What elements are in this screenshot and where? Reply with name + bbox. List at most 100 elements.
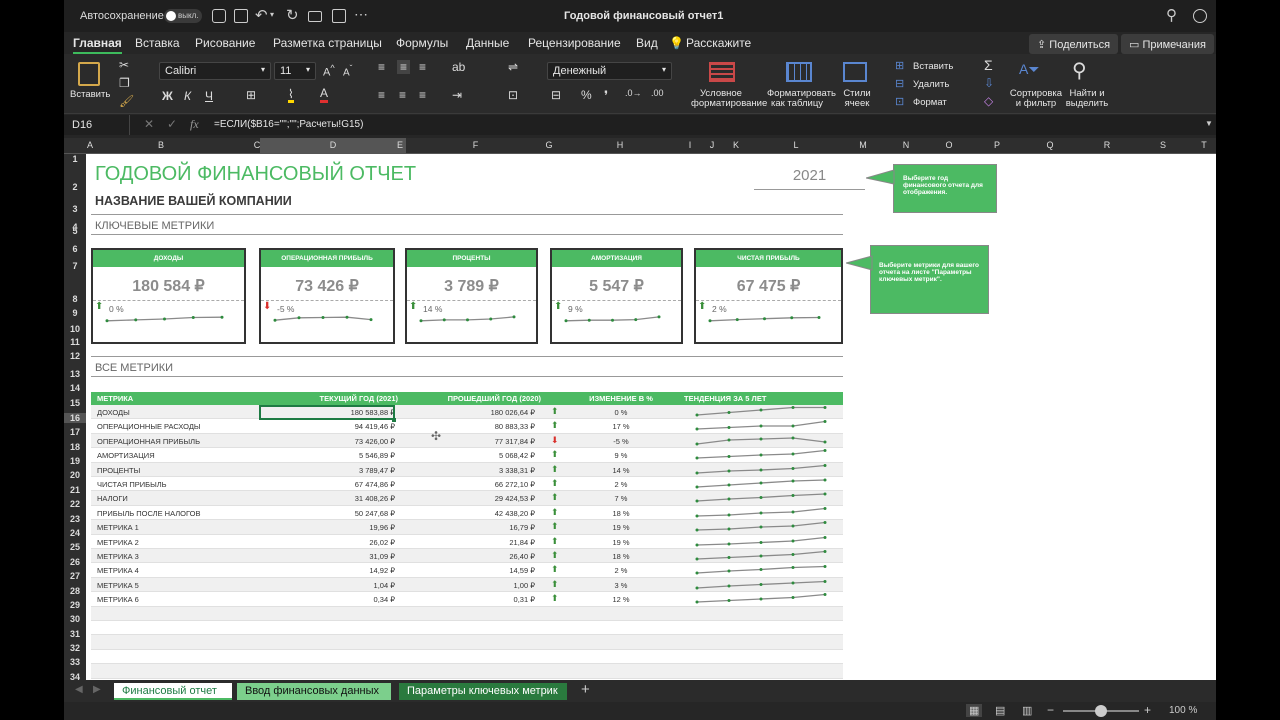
column-header[interactable]: K [732,140,740,150]
print-icon[interactable] [308,11,322,22]
find-icon[interactable]: ⚲ [1072,58,1087,83]
column-header[interactable]: L [740,140,852,150]
row-header[interactable]: 21 [64,485,86,495]
table-row[interactable]: ОПЕРАЦИОННАЯ ПРИБЫЛЬ 73 426,00 ₽ 77 317,84… [91,433,843,449]
row-header[interactable]: 32 [64,643,86,653]
table-row[interactable]: ДОХОДЫ 180 583,88 ₽180 026,64 ₽0 % ⬆ [91,405,843,420]
row-header[interactable]: 2 [64,182,86,192]
metric-card[interactable]: ЧИСТАЯ ПРИБЫЛЬ 67 475 ₽ ⬆ 2 % [694,248,843,344]
row-header[interactable]: 8 [64,294,86,304]
font-color-icon[interactable]: A [320,87,329,103]
align-left-icon[interactable]: ≡ [378,88,385,102]
zoom-slider[interactable] [1063,705,1139,717]
row-header[interactable]: 7 [64,261,86,271]
metric-card[interactable]: АМОРТИЗАЦИЯ 5 547 ₽ ⬆ 9 % [550,248,683,344]
autosave-toggle[interactable]: выкл. [164,9,202,23]
redo-icon[interactable]: ↻ [286,6,299,24]
row-header[interactable]: 24 [64,528,86,538]
delete-cells-button[interactable]: Удалить [913,80,949,90]
enter-icon[interactable]: ✓ [167,117,177,131]
row-header[interactable]: 25 [64,542,86,552]
table-row[interactable]: МЕТРИКА 3 31,09 ₽ 26,40 ₽ 18 % ⬆ [91,549,843,564]
table-row[interactable]: МЕТРИКА 6 0,34 ₽ 0,31 ₽ 12 % ⬆ [91,592,843,607]
table-row[interactable]: МЕТРИКА 4 14,92 ₽ 14,59 ₽ 2 % ⬆ [91,563,843,578]
row-header[interactable]: 30 [64,614,86,624]
italic-button[interactable]: К [184,89,191,103]
percent-button[interactable]: % [581,88,592,102]
row-header[interactable]: 15 [64,398,86,408]
sheet-tab-report[interactable]: Финансовый отчет [114,683,232,700]
row-header[interactable]: 26 [64,557,86,567]
tab-insert[interactable]: Вставка [135,36,180,50]
conditional-format-icon[interactable] [709,62,735,82]
align-bottom-icon[interactable]: ≡ [419,60,426,74]
format-cells-icon[interactable]: ⊡ [895,95,904,108]
row-header[interactable]: 11 [64,337,86,347]
tab-tell-me[interactable]: Расскажите [686,36,751,50]
row-header[interactable]: 10 [64,324,86,334]
comma-style-icon[interactable]: ❜ [604,88,608,104]
row-header[interactable]: 13 [64,369,86,379]
more-icon[interactable]: ⋯ [354,6,368,23]
row-header[interactable]: 23 [64,514,86,524]
column-header[interactable]: P [974,140,1020,150]
table-row[interactable] [91,621,843,636]
row-header[interactable]: 28 [64,586,86,596]
cell-styles-icon[interactable] [843,62,867,82]
page-layout-icon[interactable]: ▤ [995,704,1005,717]
delete-cells-icon[interactable]: ⊟ [895,77,904,90]
borders-icon[interactable]: ⊞ [246,88,256,102]
row-header[interactable]: 27 [64,571,86,581]
metric-card[interactable]: ПРОЦЕНТЫ 3 789 ₽ ⬆ 14 % [405,248,538,344]
edit-icon[interactable] [332,9,346,23]
column-header[interactable]: S [1136,140,1190,150]
decrease-font-icon[interactable]: Aˇ [343,63,352,78]
company-name[interactable]: НАЗВАНИЕ ВАШЕЙ КОМПАНИИ [95,194,292,208]
zoom-in-button[interactable]: + [1144,703,1151,717]
table-row[interactable] [91,664,843,679]
table-row[interactable]: ПРОЦЕНТЫ 3 789,47 ₽ 3 338,31 ₽ 14 % ⬆ [91,462,843,477]
column-header[interactable]: H [551,140,689,150]
expand-formula-icon[interactable]: ▼ [1205,119,1213,128]
font-name-select[interactable]: Calibri ▾ [159,62,271,80]
insert-cells-button[interactable]: Вставить [913,62,953,72]
sheet-tab-input[interactable]: Ввод финансовых данных [237,683,391,700]
row-header[interactable]: 12 [64,351,86,361]
format-cells-button[interactable]: Формат [913,98,947,108]
row-header[interactable]: 6 [64,244,86,254]
tab-review[interactable]: Рецензирование [528,36,621,50]
name-box[interactable]: D16 [64,115,130,135]
zoom-level[interactable]: 100 % [1169,705,1197,716]
decrease-decimal-icon[interactable]: .00 [651,88,664,98]
save-icon[interactable] [234,9,248,23]
column-header[interactable]: F [404,140,547,150]
align-right-icon[interactable]: ≡ [419,88,426,102]
table-row[interactable]: АМОРТИЗАЦИЯ 5 546,89 ₽ 5 068,42 ₽ 9 % ⬆ [91,448,843,463]
align-middle-icon[interactable]: ≡ [397,60,411,74]
row-header[interactable]: 1 [64,154,86,164]
font-size-select[interactable]: 11 ▾ [274,62,316,80]
share-button[interactable]: ⇪ Поделиться [1029,34,1119,54]
undo-icon[interactable]: ↶ [255,6,268,24]
table-row[interactable]: МЕТРИКА 2 26,02 ₽ 21,84 ₽ 19 % ⬆ [91,534,843,549]
row-header[interactable]: 18 [64,442,86,452]
row-header[interactable]: 31 [64,629,86,639]
column-header[interactable]: J [694,140,730,150]
row-header[interactable]: 16 [64,413,86,423]
column-header[interactable]: A [86,140,94,150]
column-header[interactable]: E [396,140,404,150]
column-header[interactable]: N [886,140,926,150]
row-header[interactable]: 22 [64,499,86,509]
next-sheet-icon[interactable]: ▶ [93,684,101,695]
column-header[interactable]: B [94,140,228,150]
table-row[interactable] [91,635,843,650]
column-header[interactable]: R [1080,140,1134,150]
undo-dropdown-icon[interactable]: ▾ [270,10,274,19]
comments-button[interactable]: ▭ Примечания [1121,34,1214,54]
table-row[interactable]: НАЛОГИ 31 408,26 ₽ 29 424,53 ₽ 7 % ⬆ [91,491,843,506]
column-header[interactable]: O [926,140,972,150]
table-row[interactable] [91,606,843,621]
wrap-text-icon[interactable]: ⇌ [508,60,518,74]
prev-sheet-icon[interactable]: ◀ [75,684,83,695]
worksheet[interactable]: ГОДОВОЙ ФИНАНСОВЫЙ ОТЧЕТ НАЗВАНИЕ ВАШЕЙ … [86,154,1216,680]
